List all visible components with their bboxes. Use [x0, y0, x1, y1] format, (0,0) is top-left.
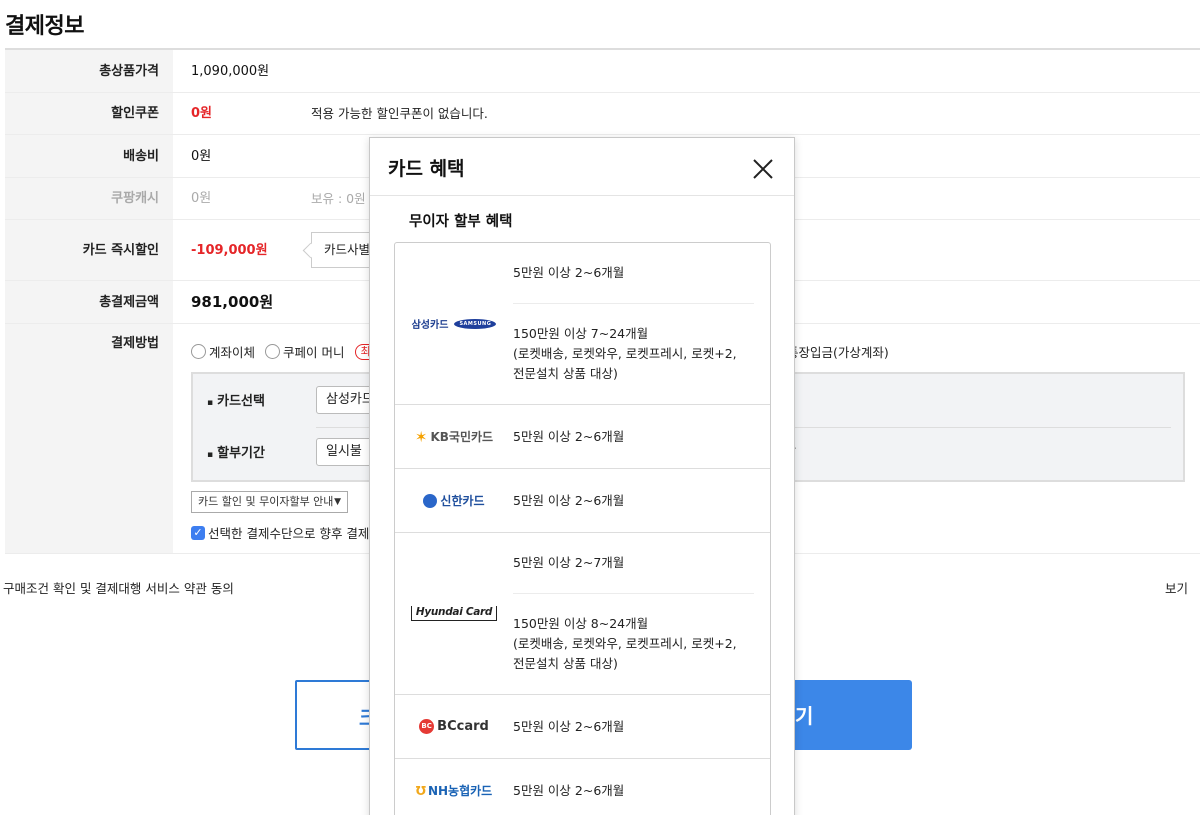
shinhan-card-logo: 신한카드 [395, 469, 513, 532]
terms-view-link[interactable]: 보기 [1165, 578, 1188, 597]
total-price-label: 총상품가격 [5, 50, 173, 92]
hyundai-card-logo: Hyundai Card [395, 533, 513, 694]
samsung-card-logo: 삼성카드 SAMSUNG [395, 243, 513, 404]
benefit-row-shinhan: 신한카드 5만원 이상 2~6개월 [395, 469, 770, 533]
terms-agreement: 구매조건 확인 및 결제대행 서비스 약관 동의 [3, 581, 234, 596]
radio-circle-icon[interactable] [265, 344, 281, 359]
benefit-row-bc: BC BCcard 5만원 이상 2~6개월 [395, 695, 770, 759]
benefit-row-nh: Ʊ NH농협카드 5만원 이상 2~6개월 [395, 759, 770, 815]
kb-card-logo: ✶ KB국민카드 [414, 427, 494, 446]
benefit-row-hyundai: Hyundai Card 5만원 이상 2~7개월 150만원 이상 8~24개… [395, 533, 770, 695]
checkbox-checked-icon[interactable]: ✓ [191, 525, 205, 540]
card-discount-value: -109,000원 [191, 243, 268, 258]
radio-coupay[interactable]: 쿠페이 머니 [265, 342, 345, 361]
coupon-row: 할인쿠폰 0원 적용 가능한 할인쿠폰이 없습니다. [5, 93, 1200, 135]
benefit-row-kb: ✶ KB국민카드 5만원 이상 2~6개월 [395, 405, 770, 469]
close-icon[interactable] [752, 158, 774, 180]
card-select-label: ▪ 카드선택 [207, 394, 265, 409]
bc-card-logo: BC BCcard [395, 695, 513, 758]
coupon-label: 할인쿠폰 [5, 93, 173, 134]
radio-transfer[interactable]: 계좌이체 [191, 342, 255, 361]
installment-label: ▪ 할부기간 [207, 446, 265, 461]
card-guide-select[interactable]: 카드 할인 및 무이자할부 안내 ▼ [191, 491, 348, 513]
card-discount-label: 카드 즉시할인 [5, 220, 173, 280]
radio-virtual-account[interactable]: 통장입금(가상계좌) [787, 342, 889, 361]
section-title: 무이자 할부 혜택 [409, 214, 513, 230]
modal-title: 카드 혜택 [388, 158, 465, 180]
total-payment-label: 총결제금액 [5, 281, 173, 323]
shipping-label: 배송비 [5, 135, 173, 177]
coupon-note: 적용 가능한 할인쿠폰이 없습니다. [311, 106, 488, 121]
benefit-list: 삼성카드 SAMSUNG 5만원 이상 2~6개월 150만원 이상 7~24개월… [394, 242, 771, 815]
save-method-checkbox[interactable]: ✓ 선택한 결제수단으로 향후 결제 [191, 523, 369, 542]
payment-options: 계좌이체 쿠페이 머니 최 [191, 342, 377, 361]
payment-method-label: 결제방법 [5, 324, 173, 553]
caret-down-icon: ▼ [334, 497, 341, 507]
coupon-value: 0원 [191, 106, 213, 121]
total-price-value: 1,090,000원 [191, 64, 270, 79]
total-price-row: 총상품가격 1,090,000원 [5, 50, 1200, 93]
cash-note: 보유 : 0원 [311, 191, 366, 206]
cash-value: 0원 [191, 191, 212, 206]
card-benefit-modal: 카드 혜택 무이자 할부 혜택 삼성카드 SAMSUNG 5만원 이상 2~6개월… [369, 137, 795, 815]
modal-header: 카드 혜택 [370, 138, 794, 196]
radio-circle-icon[interactable] [191, 344, 206, 359]
nh-card-logo: Ʊ NH농협카드 [415, 783, 493, 799]
page-title: 결제정보 [5, 14, 84, 39]
cash-label: 쿠팡캐시 [5, 178, 173, 219]
benefit-row-samsung: 삼성카드 SAMSUNG 5만원 이상 2~6개월 150만원 이상 7~24개월… [395, 243, 770, 405]
total-payment-value: 981,000원 [191, 293, 274, 311]
